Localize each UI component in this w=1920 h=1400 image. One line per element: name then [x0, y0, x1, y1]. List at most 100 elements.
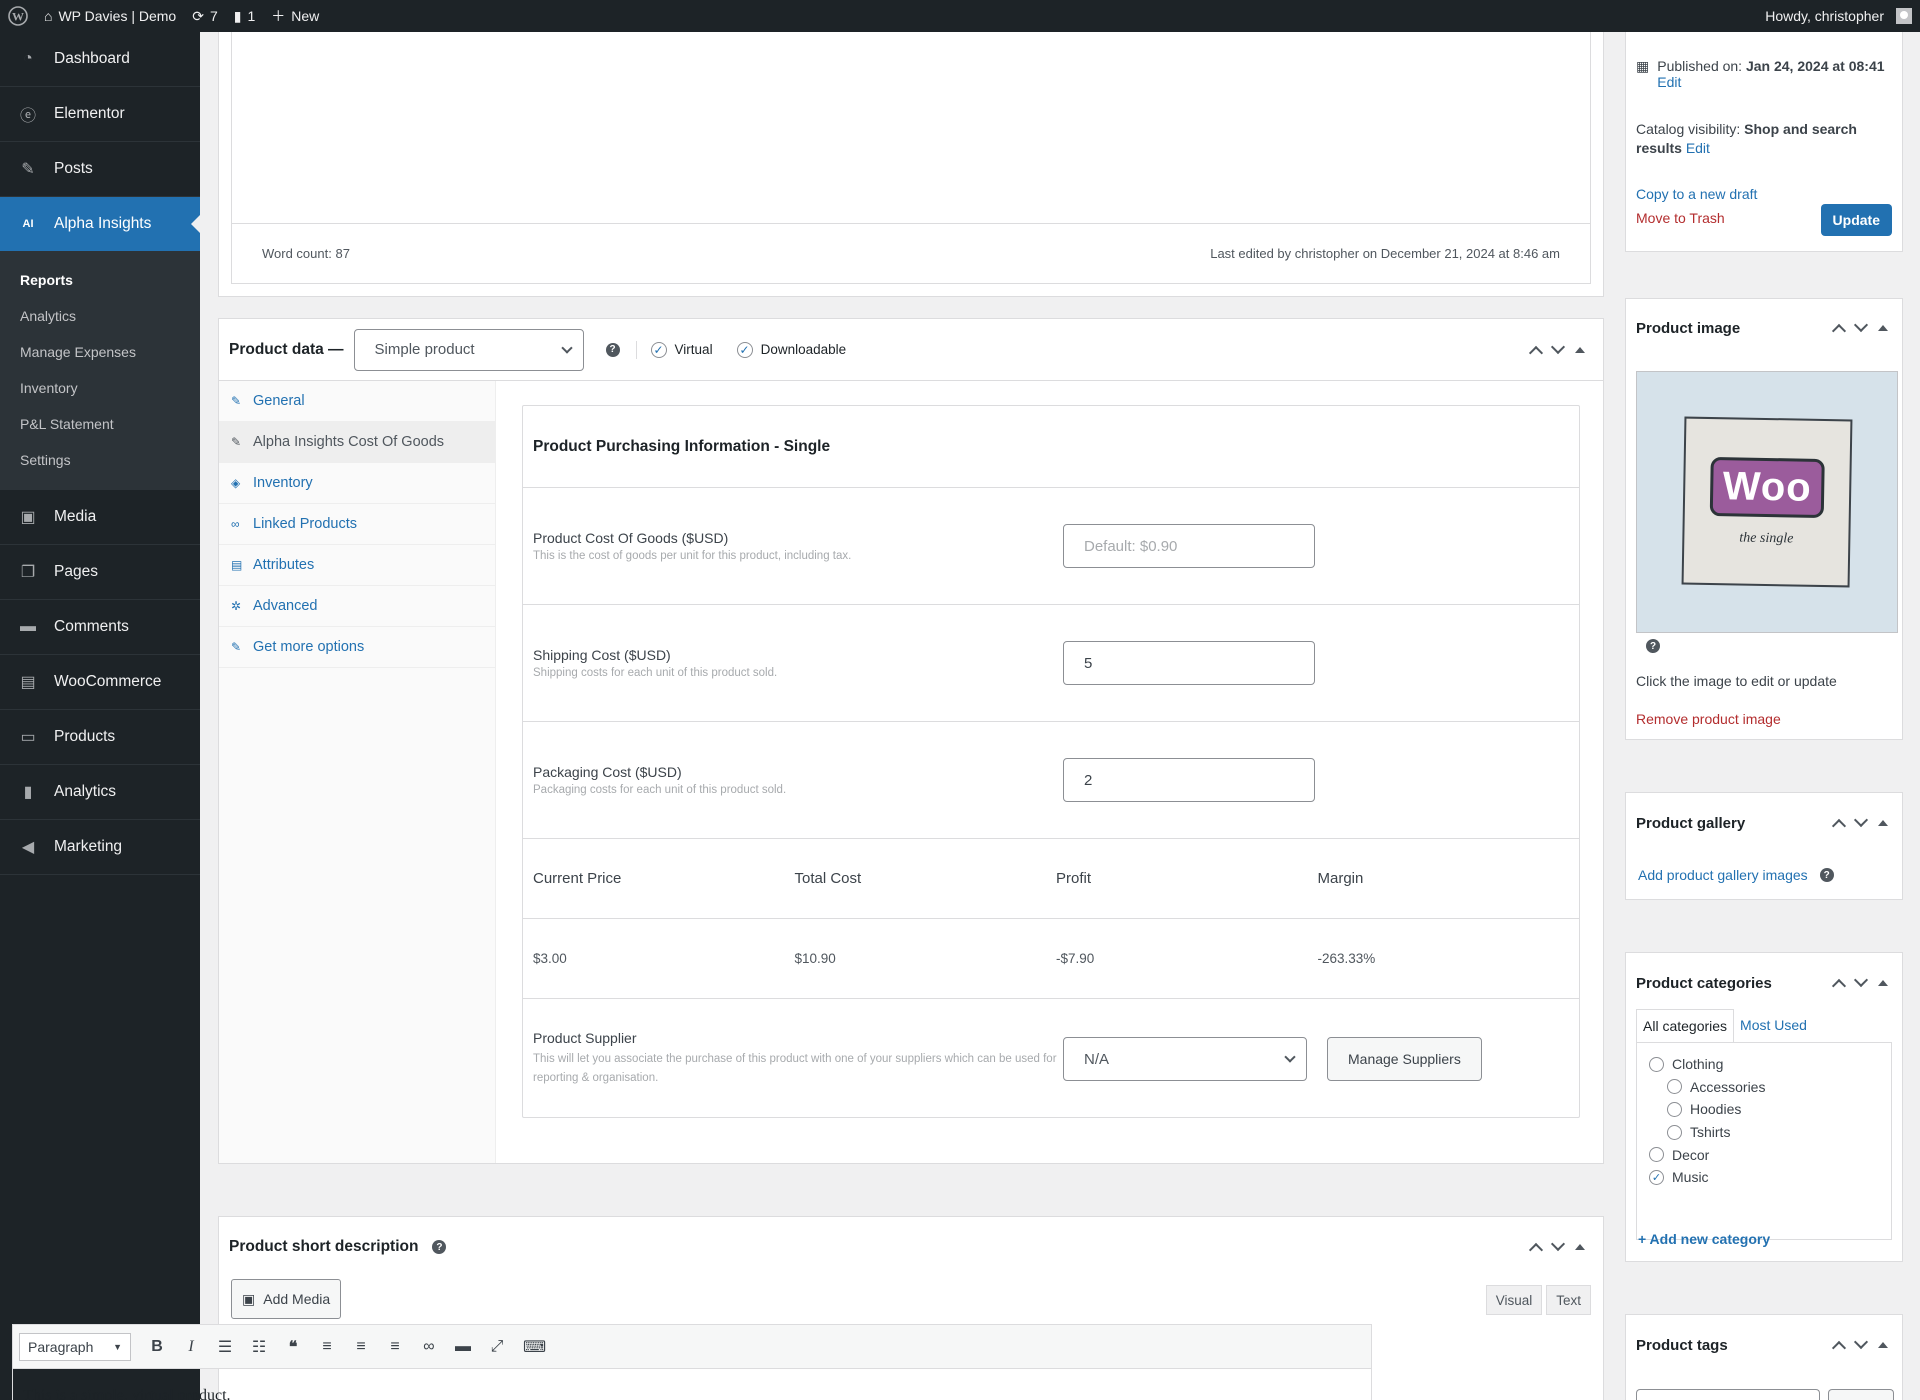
- move-down-icon[interactable]: [1550, 1236, 1566, 1252]
- collapse-toggle-icon[interactable]: [1878, 820, 1888, 826]
- submenu-analytics[interactable]: Analytics: [0, 298, 200, 334]
- keyboard-icon[interactable]: ⌨: [523, 1337, 546, 1357]
- menu-marketing[interactable]: ◀ Marketing: [0, 820, 200, 875]
- editor-textarea[interactable]: Word count: 87 Last edited by christophe…: [231, 32, 1591, 284]
- move-up-icon[interactable]: [1831, 818, 1847, 834]
- menu-analytics[interactable]: ▮ Analytics: [0, 765, 200, 820]
- collapse-toggle-icon[interactable]: [1575, 1244, 1585, 1250]
- update-button[interactable]: Update: [1820, 204, 1892, 236]
- tab-alpha-insights-cog[interactable]: ✎ Alpha Insights Cost Of Goods: [219, 422, 495, 463]
- my-account-link[interactable]: Howdy, christopher: [1757, 0, 1920, 32]
- move-down-icon[interactable]: [1550, 339, 1566, 354]
- help-icon[interactable]: ?: [1819, 868, 1834, 882]
- cost-of-goods-input[interactable]: Default: $0.90: [1063, 524, 1315, 568]
- short-description-title: Product short description: [229, 1238, 419, 1255]
- numbered-list-icon[interactable]: ☷: [251, 1337, 267, 1357]
- wordpress-logo-icon[interactable]: W: [0, 0, 36, 32]
- add-new-category-link[interactable]: + Add new category: [1638, 1231, 1770, 1247]
- tab-linked-products[interactable]: ∞ Linked Products: [219, 504, 495, 545]
- format-select[interactable]: Paragraph ▼: [19, 1332, 131, 1361]
- bullet-list-icon[interactable]: ☰: [217, 1337, 233, 1357]
- category-music[interactable]: ✓ Music: [1637, 1166, 1891, 1189]
- remove-image-link[interactable]: Remove product image: [1636, 711, 1781, 727]
- submenu-settings[interactable]: Settings: [0, 442, 200, 478]
- tag-input[interactable]: [1636, 1389, 1820, 1400]
- submenu-pl-statement[interactable]: P&L Statement: [0, 406, 200, 442]
- new-content-link[interactable]: ＋ New: [263, 0, 327, 32]
- menu-products[interactable]: ▭ Products: [0, 710, 200, 765]
- tab-general[interactable]: ✎ General: [219, 381, 495, 422]
- help-icon[interactable]: ?: [605, 342, 620, 357]
- gallery-add-row: Add product gallery images ?: [1638, 867, 1834, 883]
- tab-most-used[interactable]: Most Used: [1734, 1009, 1813, 1042]
- product-thumbnail[interactable]: Woo the single: [1636, 371, 1898, 633]
- blockquote-icon[interactable]: ❝: [285, 1337, 301, 1357]
- packaging-cost-input[interactable]: 2: [1063, 758, 1315, 802]
- help-icon[interactable]: ?: [432, 1240, 447, 1254]
- downloadable-checkbox[interactable]: ✓ Downloadable: [736, 341, 846, 358]
- move-up-icon[interactable]: [1831, 978, 1847, 994]
- collapse-toggle-icon[interactable]: [1878, 980, 1888, 986]
- submenu-manage-expenses[interactable]: Manage Expenses: [0, 334, 200, 370]
- collapse-toggle-icon[interactable]: [1878, 1342, 1888, 1348]
- bold-icon[interactable]: B: [149, 1338, 165, 1356]
- manage-suppliers-button[interactable]: Manage Suppliers: [1327, 1037, 1482, 1081]
- collapse-toggle-icon[interactable]: [1575, 346, 1585, 353]
- move-up-icon[interactable]: [1528, 345, 1544, 360]
- category-tshirts[interactable]: Tshirts: [1637, 1121, 1891, 1144]
- tab-visual[interactable]: Visual: [1485, 1285, 1543, 1315]
- virtual-checkbox[interactable]: ✓ Virtual: [650, 341, 713, 358]
- updates-link[interactable]: ⟳ 7: [184, 0, 226, 32]
- move-down-icon[interactable]: [1853, 972, 1869, 988]
- category-clothing[interactable]: Clothing: [1637, 1053, 1891, 1076]
- link-icon[interactable]: ∞: [421, 1338, 437, 1356]
- tab-advanced[interactable]: ✲ Advanced: [219, 586, 495, 627]
- comments-link[interactable]: ▮ 1: [226, 0, 264, 32]
- copy-draft-link[interactable]: Copy to a new draft: [1636, 186, 1757, 202]
- help-icon[interactable]: ?: [1646, 639, 1660, 653]
- fullscreen-icon[interactable]: ⤢: [489, 1338, 505, 1356]
- move-up-icon[interactable]: [1831, 1340, 1847, 1356]
- add-gallery-images-link[interactable]: Add product gallery images: [1638, 867, 1808, 883]
- collapse-toggle-icon[interactable]: [1878, 325, 1888, 331]
- tab-inventory[interactable]: ◈ Inventory: [219, 463, 495, 504]
- supplier-select[interactable]: N/A: [1063, 1037, 1307, 1081]
- align-right-icon[interactable]: ≡: [387, 1338, 403, 1356]
- submenu-reports[interactable]: Reports: [0, 262, 200, 298]
- menu-alpha-insights[interactable]: AI Alpha Insights: [0, 197, 200, 252]
- tab-all-categories[interactable]: All categories: [1636, 1009, 1735, 1042]
- menu-pages[interactable]: ❐ Pages: [0, 545, 200, 600]
- edit-date-link[interactable]: Edit: [1657, 74, 1681, 90]
- category-accessories[interactable]: Accessories: [1637, 1076, 1891, 1099]
- menu-posts[interactable]: ✎ Posts: [0, 142, 200, 197]
- read-more-icon[interactable]: ▬: [455, 1338, 471, 1356]
- menu-woocommerce[interactable]: ▤ WooCommerce: [0, 655, 200, 710]
- category-decor[interactable]: Decor: [1637, 1143, 1891, 1166]
- move-down-icon[interactable]: [1853, 317, 1869, 333]
- move-down-icon[interactable]: [1853, 1334, 1869, 1350]
- menu-comments[interactable]: ▬ Comments: [0, 600, 200, 655]
- align-center-icon[interactable]: ≡: [353, 1338, 369, 1356]
- add-tag-button[interactable]: [1828, 1389, 1894, 1400]
- edit-visibility-link[interactable]: Edit: [1686, 140, 1710, 156]
- tab-text[interactable]: Text: [1546, 1285, 1591, 1315]
- align-left-icon[interactable]: ≡: [319, 1338, 335, 1356]
- menu-dashboard[interactable]: ◔ Dashboard: [0, 32, 200, 87]
- move-up-icon[interactable]: [1528, 1242, 1544, 1258]
- menu-media[interactable]: ▣ Media: [0, 490, 200, 545]
- tab-get-more-options[interactable]: ✎ Get more options: [219, 627, 495, 668]
- move-down-icon[interactable]: [1853, 812, 1869, 828]
- site-name-link[interactable]: ⌂ WP Davies | Demo: [36, 0, 184, 32]
- tab-attributes[interactable]: ▤ Attributes: [219, 545, 495, 586]
- shipping-cost-input[interactable]: 5: [1063, 641, 1315, 685]
- add-media-button[interactable]: ▣ Add Media: [231, 1279, 342, 1319]
- move-to-trash-link[interactable]: Move to Trash: [1636, 210, 1725, 226]
- product-type-select[interactable]: Simple product: [353, 328, 584, 371]
- submenu-inventory[interactable]: Inventory: [0, 370, 200, 406]
- short-description-content[interactable]: This is a simple, virtual product.: [12, 1368, 1372, 1400]
- category-checklist: Clothing Accessories Hoodies Tshirts Dec…: [1636, 1042, 1892, 1240]
- menu-elementor[interactable]: ⓔ Elementor: [0, 87, 200, 142]
- category-hoodies[interactable]: Hoodies: [1637, 1098, 1891, 1121]
- move-up-icon[interactable]: [1831, 323, 1847, 339]
- italic-icon[interactable]: I: [183, 1338, 199, 1356]
